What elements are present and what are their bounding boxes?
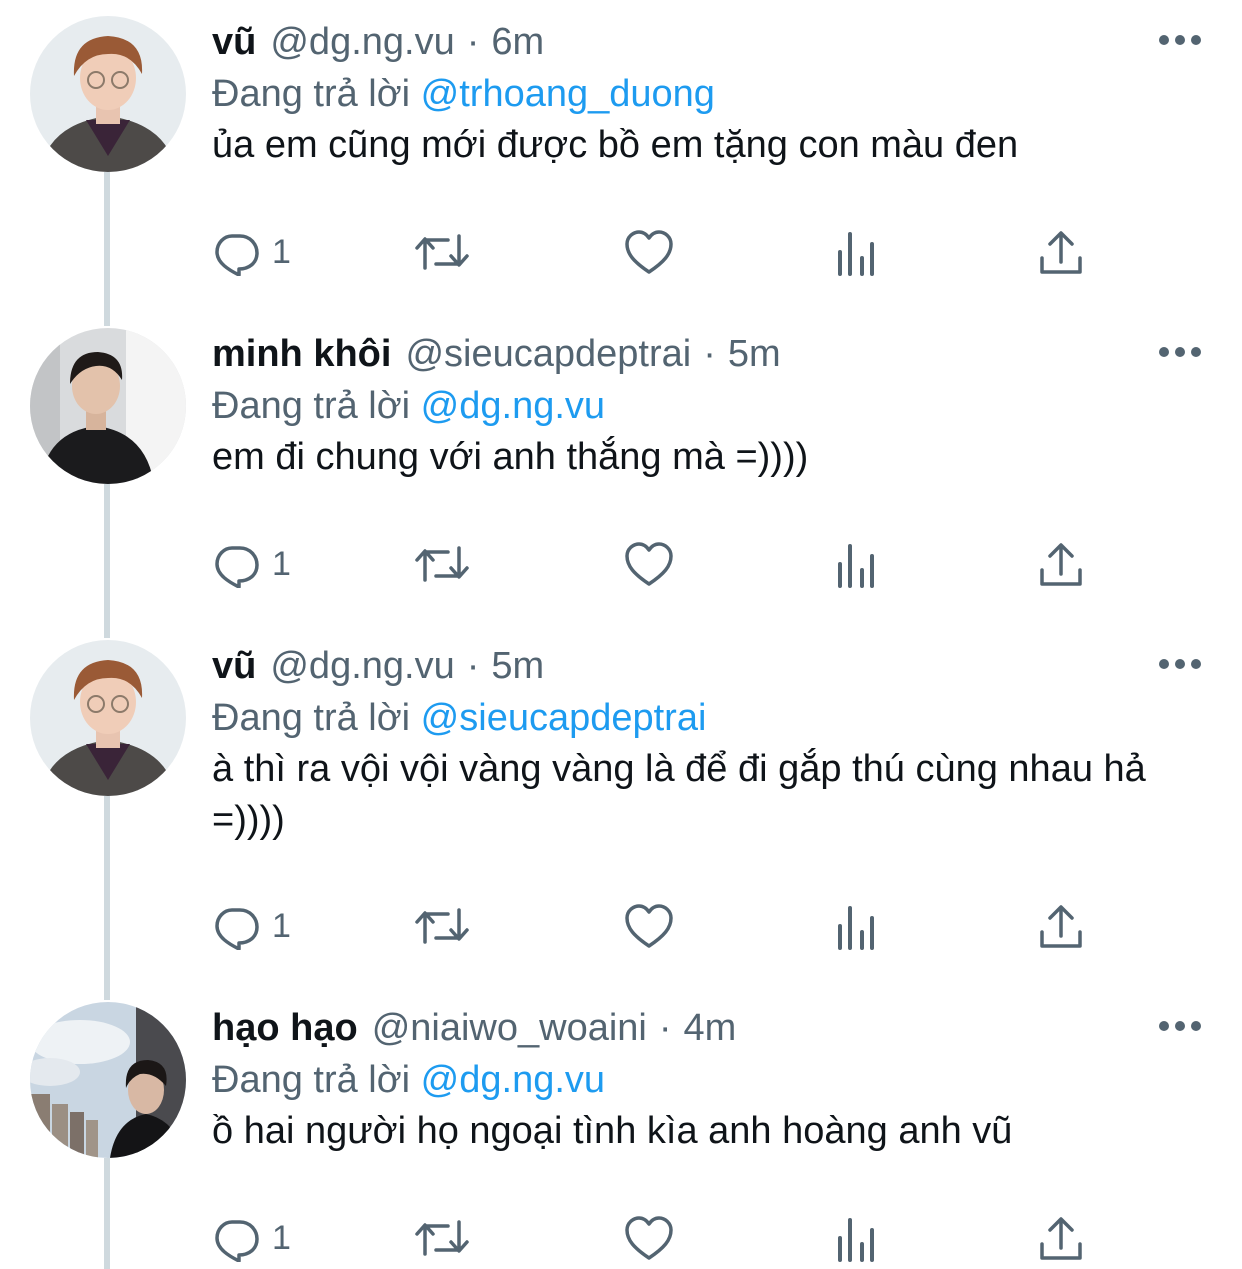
share-icon bbox=[1038, 228, 1084, 276]
tweet-header: minh khôi @sieucapdeptrai · 5m bbox=[212, 328, 781, 380]
reply-mention-link[interactable]: @sieucapdeptrai bbox=[421, 697, 707, 739]
tweet-text: em đi chung với anh thắng mà =)))) bbox=[212, 436, 809, 478]
retweet-button[interactable] bbox=[414, 534, 470, 594]
timestamp[interactable]: 6m bbox=[491, 16, 544, 68]
views-button[interactable] bbox=[834, 1208, 878, 1268]
display-name[interactable]: minh khôi bbox=[212, 328, 391, 380]
views-icon bbox=[834, 902, 878, 950]
like-button[interactable] bbox=[624, 1208, 674, 1268]
retweet-icon bbox=[414, 1214, 470, 1262]
timestamp[interactable]: 5m bbox=[491, 640, 544, 692]
reply-icon bbox=[212, 540, 260, 588]
like-button[interactable] bbox=[624, 896, 674, 956]
reply-mention-link[interactable]: @dg.ng.vu bbox=[421, 1059, 605, 1101]
reply-icon bbox=[212, 1214, 260, 1262]
replying-to: Đang trả lời @sieucapdeptrai bbox=[212, 692, 706, 744]
like-icon bbox=[624, 228, 674, 276]
avatar[interactable] bbox=[30, 640, 186, 796]
replying-to: Đang trả lời @dg.ng.vu bbox=[212, 1054, 605, 1106]
replying-to-label: Đang trả lời bbox=[212, 73, 411, 115]
tweet-text: ủa em cũng mới được bồ em tặng con màu đ… bbox=[212, 124, 1019, 166]
user-handle[interactable]: @niaiwo_woaini bbox=[372, 1002, 647, 1054]
reply-count: 1 bbox=[272, 906, 291, 945]
user-handle[interactable]: @dg.ng.vu bbox=[270, 16, 454, 68]
like-button[interactable] bbox=[624, 534, 674, 594]
retweet-icon bbox=[414, 228, 470, 276]
replying-to-label: Đang trả lời bbox=[212, 385, 411, 427]
like-icon bbox=[624, 902, 674, 950]
user-handle[interactable]: @dg.ng.vu bbox=[270, 640, 454, 692]
tweet[interactable]: vũ @dg.ng.vu · 5m Đang trả lời @sieucapd… bbox=[0, 624, 1242, 986]
retweet-icon bbox=[414, 540, 470, 588]
share-icon bbox=[1038, 1214, 1084, 1262]
reply-count: 1 bbox=[272, 232, 291, 271]
views-button[interactable] bbox=[834, 534, 878, 594]
user-handle[interactable]: @sieucapdeptrai bbox=[405, 328, 691, 380]
tweet[interactable]: minh khôi @sieucapdeptrai · 5m Đang trả … bbox=[0, 312, 1242, 624]
more-options-icon[interactable] bbox=[1158, 30, 1202, 50]
avatar[interactable] bbox=[30, 328, 186, 484]
reply-thread: vũ @dg.ng.vu · 6m Đang trả lời @trhoang_… bbox=[0, 0, 1242, 1269]
tweet-actions: 1 bbox=[212, 222, 1112, 282]
reply-count: 1 bbox=[272, 544, 291, 583]
reply-button[interactable]: 1 bbox=[212, 222, 291, 282]
views-icon bbox=[834, 540, 878, 588]
more-options-icon[interactable] bbox=[1158, 654, 1202, 674]
views-button[interactable] bbox=[834, 222, 878, 282]
share-icon bbox=[1038, 540, 1084, 588]
display-name[interactable]: vũ bbox=[212, 16, 256, 68]
share-icon bbox=[1038, 902, 1084, 950]
separator-dot: · bbox=[466, 645, 480, 687]
share-button[interactable] bbox=[1038, 896, 1084, 956]
tweet[interactable]: vũ @dg.ng.vu · 6m Đang trả lời @trhoang_… bbox=[0, 0, 1242, 312]
replying-to-label: Đang trả lời bbox=[212, 1059, 411, 1101]
reply-button[interactable]: 1 bbox=[212, 534, 291, 594]
reply-mention-link[interactable]: @trhoang_duong bbox=[421, 73, 715, 115]
separator-dot: · bbox=[703, 333, 716, 375]
separator-dot: · bbox=[466, 21, 480, 63]
retweet-button[interactable] bbox=[414, 896, 470, 956]
tweet[interactable]: hạo hạo @niaiwo_woaini · 4m Đang trả lời… bbox=[0, 986, 1242, 1269]
share-button[interactable] bbox=[1038, 222, 1084, 282]
tweet-header: vũ @dg.ng.vu · 5m bbox=[212, 640, 544, 692]
like-button[interactable] bbox=[624, 222, 674, 282]
replying-to-label: Đang trả lời bbox=[212, 697, 411, 739]
retweet-icon bbox=[414, 902, 470, 950]
separator-dot: · bbox=[658, 1007, 672, 1049]
reply-icon bbox=[212, 902, 260, 950]
reply-button[interactable]: 1 bbox=[212, 896, 291, 956]
tweet-text: ồ hai người họ ngoại tình kìa anh hoàng … bbox=[212, 1110, 1013, 1152]
more-options-icon[interactable] bbox=[1158, 1016, 1202, 1036]
reply-mention-link[interactable]: @dg.ng.vu bbox=[421, 385, 605, 427]
reply-button[interactable]: 1 bbox=[212, 1208, 291, 1268]
views-button[interactable] bbox=[834, 896, 878, 956]
retweet-button[interactable] bbox=[414, 222, 470, 282]
share-button[interactable] bbox=[1038, 1208, 1084, 1268]
tweet-actions: 1 bbox=[212, 1208, 1112, 1268]
retweet-button[interactable] bbox=[414, 1208, 470, 1268]
reply-icon bbox=[212, 228, 260, 276]
reply-count: 1 bbox=[272, 1218, 291, 1257]
tweet-actions: 1 bbox=[212, 896, 1112, 956]
timestamp[interactable]: 4m bbox=[684, 1002, 737, 1054]
avatar[interactable] bbox=[30, 1002, 186, 1158]
views-icon bbox=[834, 228, 878, 276]
more-options-icon[interactable] bbox=[1158, 342, 1202, 362]
tweet-header: hạo hạo @niaiwo_woaini · 4m bbox=[212, 1002, 736, 1054]
tweet-text: à thì ra vội vội vàng vàng là để đi gắp … bbox=[212, 748, 1146, 841]
display-name[interactable]: vũ bbox=[212, 640, 256, 692]
tweet-actions: 1 bbox=[212, 534, 1112, 594]
like-icon bbox=[624, 540, 674, 588]
share-button[interactable] bbox=[1038, 534, 1084, 594]
views-icon bbox=[834, 1214, 878, 1262]
timestamp[interactable]: 5m bbox=[728, 328, 781, 380]
tweet-header: vũ @dg.ng.vu · 6m bbox=[212, 16, 544, 68]
replying-to: Đang trả lời @trhoang_duong bbox=[212, 68, 715, 120]
display-name[interactable]: hạo hạo bbox=[212, 1002, 358, 1054]
like-icon bbox=[624, 1214, 674, 1262]
replying-to: Đang trả lời @dg.ng.vu bbox=[212, 380, 605, 432]
avatar[interactable] bbox=[30, 16, 186, 172]
